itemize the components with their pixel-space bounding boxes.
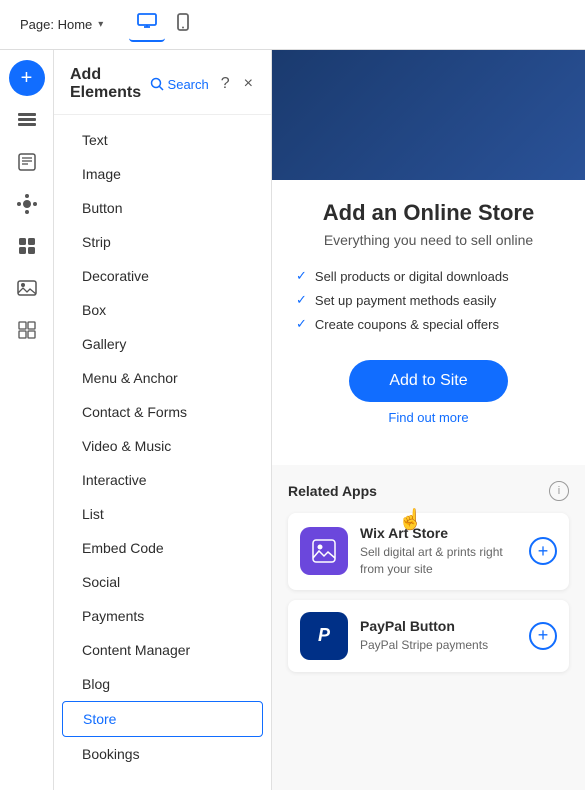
- menu-item-embed-code[interactable]: Embed Code: [62, 531, 263, 565]
- menu-item-text[interactable]: Text: [62, 123, 263, 157]
- menu-item-menu-anchor[interactable]: Menu & Anchor: [62, 361, 263, 395]
- desktop-icon[interactable]: [129, 7, 165, 42]
- menu-item-decorative[interactable]: Decorative: [62, 259, 263, 293]
- menu-list: Text Image Button Strip Decorative Box G…: [54, 115, 271, 790]
- check-icon-1: ✓: [296, 268, 307, 284]
- media-button[interactable]: [9, 270, 45, 306]
- feature-item-3: ✓ Create coupons & special offers: [296, 312, 561, 336]
- apps-button[interactable]: [9, 228, 45, 264]
- find-out-more-link[interactable]: Find out more: [296, 410, 561, 425]
- menu-item-content-manager[interactable]: Content Manager: [62, 633, 263, 667]
- panel-header-icons: Search ? ×: [150, 73, 255, 95]
- data-button[interactable]: [9, 312, 45, 348]
- menu-item-payments[interactable]: Payments: [62, 599, 263, 633]
- pages-button[interactable]: [9, 144, 45, 180]
- design-button[interactable]: [9, 186, 45, 222]
- feature-list: ✓ Sell products or digital downloads ✓ S…: [296, 264, 561, 336]
- feature-content: Add an Online Store Everything you need …: [272, 180, 585, 465]
- search-button[interactable]: Search: [150, 77, 209, 92]
- menu-item-bookings[interactable]: Bookings: [62, 737, 263, 771]
- related-apps-section: Related Apps i Wix Art Store Sell digita…: [272, 465, 585, 698]
- panel-title: Add Elements: [70, 66, 150, 102]
- feature-item-2: ✓ Set up payment methods easily: [296, 288, 561, 312]
- main-content: E.U 🛒≡ Bass Speaker Wireless Speaker H: [272, 50, 585, 790]
- menu-item-button[interactable]: Button: [62, 191, 263, 225]
- menu-item-video-music[interactable]: Video & Music: [62, 429, 263, 463]
- top-bar: Page: Home ▾: [0, 0, 585, 50]
- check-icon-3: ✓: [296, 316, 307, 332]
- menu-item-contact-forms[interactable]: Contact & Forms: [62, 395, 263, 429]
- menu-item-blog[interactable]: Blog: [62, 667, 263, 701]
- menu-item-list[interactable]: List: [62, 497, 263, 531]
- paypal-icon: P: [300, 612, 348, 660]
- menu-item-social[interactable]: Social: [62, 565, 263, 599]
- menu-item-strip[interactable]: Strip: [62, 225, 263, 259]
- store-banner: E.U 🛒≡ Bass Speaker Wireless Speaker H: [272, 50, 585, 180]
- app-card-wix-art: Wix Art Store Sell digital art & prints …: [288, 513, 569, 590]
- add-to-site-button[interactable]: Add to Site: [349, 360, 507, 402]
- menu-item-gallery[interactable]: Gallery: [62, 327, 263, 361]
- related-apps-info-icon[interactable]: i: [549, 481, 569, 501]
- feature-item-1: ✓ Sell products or digital downloads: [296, 264, 561, 288]
- add-wix-art-button[interactable]: +: [529, 537, 557, 565]
- help-button[interactable]: ?: [219, 73, 232, 95]
- paypal-info: PayPal Button PayPal Stripe payments: [360, 618, 517, 654]
- wix-art-name: Wix Art Store: [360, 525, 517, 541]
- wix-art-icon: [300, 527, 348, 575]
- feature-text-3: Create coupons & special offers: [315, 317, 499, 332]
- feature-subtitle: Everything you need to sell online: [296, 232, 561, 248]
- close-button[interactable]: ×: [242, 73, 255, 95]
- strips-button[interactable]: [9, 102, 45, 138]
- left-sidebar: +: [0, 50, 54, 790]
- page-selector[interactable]: Page: Home ▾: [12, 13, 111, 36]
- menu-item-box[interactable]: Box: [62, 293, 263, 327]
- menu-item-interactive[interactable]: Interactive: [62, 463, 263, 497]
- page-label: Page: Home: [20, 17, 92, 32]
- paypal-name: PayPal Button: [360, 618, 517, 634]
- feature-title: Add an Online Store: [296, 200, 561, 226]
- check-icon-2: ✓: [296, 292, 307, 308]
- menu-item-store[interactable]: Store: [62, 701, 263, 737]
- panel-header: Add Elements Search ? ×: [54, 50, 271, 115]
- feature-text-2: Set up payment methods easily: [315, 293, 496, 308]
- feature-text-1: Sell products or digital downloads: [315, 269, 509, 284]
- search-label: Search: [168, 77, 209, 92]
- add-elements-panel: Add Elements Search ? × Text Image Butto…: [54, 50, 272, 790]
- wix-art-info: Wix Art Store Sell digital art & prints …: [360, 525, 517, 578]
- menu-item-image[interactable]: Image: [62, 157, 263, 191]
- app-card-paypal: P PayPal Button PayPal Stripe payments +: [288, 600, 569, 672]
- related-apps-title: Related Apps: [288, 483, 377, 499]
- mobile-icon[interactable]: [169, 7, 197, 42]
- paypal-desc: PayPal Stripe payments: [360, 637, 517, 654]
- chevron-down-icon: ▾: [98, 19, 103, 30]
- wix-art-desc: Sell digital art & prints right from you…: [360, 544, 517, 578]
- add-element-button[interactable]: +: [9, 60, 45, 96]
- add-paypal-button[interactable]: +: [529, 622, 557, 650]
- device-icons: [129, 7, 197, 42]
- related-apps-header: Related Apps i: [288, 481, 569, 501]
